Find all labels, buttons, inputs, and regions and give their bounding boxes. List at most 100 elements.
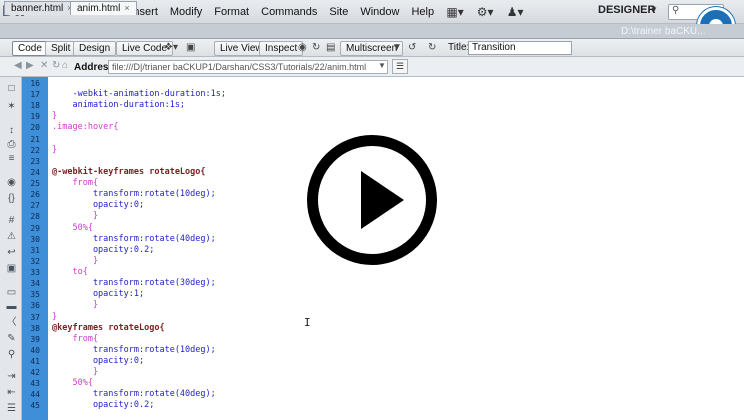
code-line: transform:rotate(40deg); <box>52 389 216 400</box>
menu-format[interactable]: Format <box>208 0 255 24</box>
tab-banner-html[interactable]: banner.html× <box>4 1 80 15</box>
indent-code-icon[interactable]: ⇥ <box>5 370 18 383</box>
line-numbers-icon[interactable]: # <box>5 214 18 227</box>
line-number: 32 <box>30 256 40 266</box>
refresh-icon[interactable]: ↻ <box>52 60 60 71</box>
title-input[interactable]: Transition <box>468 41 572 55</box>
stop-icon[interactable]: ✕ <box>40 60 48 71</box>
line-number: 29 <box>30 223 40 233</box>
text-cursor-icon: I <box>304 316 311 329</box>
expand-all-icon[interactable]: ≡ <box>5 152 18 165</box>
recent-snippets-icon[interactable]: ✎ <box>5 332 18 345</box>
code-line: 50%{ <box>52 222 93 233</box>
code-line: opacity:0.2; <box>52 244 155 255</box>
code-line: transform:rotate(10deg); <box>52 189 216 200</box>
code-line: opacity:0.2; <box>52 400 155 411</box>
line-number: 42 <box>30 368 40 378</box>
line-number: 21 <box>30 134 40 144</box>
line-number: 22 <box>30 145 40 155</box>
line-number: 20 <box>30 123 40 133</box>
forward-arrow-icon[interactable]: ▶ <box>26 60 34 71</box>
open-documents-icon[interactable]: □ <box>5 82 18 95</box>
code-line: } <box>52 255 99 266</box>
remove-comment-icon[interactable]: ▬ <box>5 300 18 313</box>
back-icon[interactable]: ↺ <box>408 42 416 53</box>
preview-browser-icon[interactable]: ◉ <box>298 42 307 53</box>
code-line: opacity:0; <box>52 356 145 366</box>
code-line: } <box>52 367 99 378</box>
line-number: 19 <box>30 112 40 122</box>
play-icon <box>361 171 404 229</box>
chevron-down-icon[interactable]: ▼ <box>650 5 658 14</box>
inspect-mode-icon[interactable]: ❖▾ <box>164 42 178 53</box>
visual-aids-icon[interactable]: ▤ <box>326 42 335 53</box>
syntax-coloring-icon[interactable]: ▣ <box>5 262 18 275</box>
close-icon[interactable]: × <box>124 3 129 13</box>
show-code-navigator-icon[interactable]: ✶ <box>5 100 18 113</box>
menu-modify[interactable]: Modify <box>164 0 208 24</box>
apply-comment-icon[interactable]: ▭ <box>5 286 18 299</box>
line-number: 31 <box>30 245 40 255</box>
code-view-button[interactable]: Code <box>12 41 48 56</box>
balance-braces-icon[interactable]: {} <box>5 192 18 205</box>
gear-icon[interactable]: ⚙▾ <box>470 0 500 24</box>
file-path: D:\trainer baCKU... <box>621 26 706 37</box>
code-line: @-webkit-keyframes rotateLogo{ <box>52 166 206 177</box>
chevron-down-icon[interactable]: ▼ <box>392 42 402 53</box>
line-number: 35 <box>30 290 40 300</box>
address-input[interactable]: file:///D|/trianer baCKUP1/Darshan/CSS3/… <box>108 60 388 74</box>
code-line: opacity:1; <box>52 289 145 300</box>
line-number: 17 <box>30 90 40 100</box>
line-number: 43 <box>30 379 40 389</box>
play-button[interactable] <box>307 135 437 265</box>
menu-help[interactable]: Help <box>405 0 440 24</box>
select-parent-tag-icon[interactable]: ◉ <box>5 176 18 189</box>
code-line: @keyframes rotateLogo{ <box>52 322 165 333</box>
format-source-icon[interactable]: ☰ <box>5 402 18 415</box>
home-icon[interactable]: ⌂ <box>62 60 68 71</box>
line-number: 27 <box>30 201 40 211</box>
outdent-code-icon[interactable]: ⇤ <box>5 386 18 399</box>
line-number: 34 <box>30 279 40 289</box>
collapse-full-tag-icon[interactable]: ↕ <box>5 124 18 137</box>
chevron-down-icon[interactable]: ▼ <box>378 61 386 70</box>
code-line: } <box>52 300 99 311</box>
layout-icon[interactable]: ▦▾ <box>440 0 470 24</box>
line-number: 26 <box>30 190 40 200</box>
code-line: transform:rotate(40deg); <box>52 233 216 244</box>
line-number: 30 <box>30 234 40 244</box>
workspace-switcher[interactable]: DESIGNER <box>598 4 655 16</box>
check-page-icon[interactable]: ▣ <box>186 42 195 53</box>
line-number: 33 <box>30 268 40 278</box>
code-line: .image:hover{ <box>52 122 119 133</box>
tab-anim-html[interactable]: anim.html × <box>70 1 137 15</box>
split-view-button[interactable]: Split <box>45 41 77 56</box>
back-arrow-icon[interactable]: ◀ <box>14 60 22 71</box>
word-wrap-icon[interactable]: ↩ <box>5 246 18 259</box>
collapse-selection-icon[interactable]: ⎙ <box>5 138 18 151</box>
forward-icon[interactable]: ↻ <box>428 42 436 53</box>
highlight-invalid-icon[interactable]: ⚠ <box>5 230 18 243</box>
code-line: to{ <box>52 267 88 278</box>
code-line: } <box>52 144 58 155</box>
line-number: 23 <box>30 156 40 166</box>
code-line: } <box>52 211 99 222</box>
design-view-button[interactable]: Design <box>73 41 117 56</box>
options-menu-icon[interactable]: ☰ <box>392 59 408 74</box>
code-line: -webkit-animation-duration:1s; <box>52 89 226 100</box>
line-number: 18 <box>30 101 40 111</box>
line-number: 38 <box>30 323 40 333</box>
menu-site[interactable]: Site <box>323 0 354 24</box>
refresh-icon[interactable]: ↻ <box>312 42 320 53</box>
move-css-icon[interactable]: ⚲ <box>5 348 18 361</box>
wrap-tag-icon[interactable]: 〈 <box>5 316 18 329</box>
line-number: 40 <box>30 345 40 355</box>
line-number: 44 <box>30 390 40 400</box>
menu-window[interactable]: Window <box>354 0 405 24</box>
code-line: from{ <box>52 333 99 344</box>
menu-commands[interactable]: Commands <box>255 0 323 24</box>
inspect-button[interactable]: Inspect <box>259 41 304 56</box>
code-line: } <box>52 111 58 122</box>
line-number: 28 <box>30 212 40 222</box>
user-icon[interactable]: ♟▾ <box>500 0 530 24</box>
